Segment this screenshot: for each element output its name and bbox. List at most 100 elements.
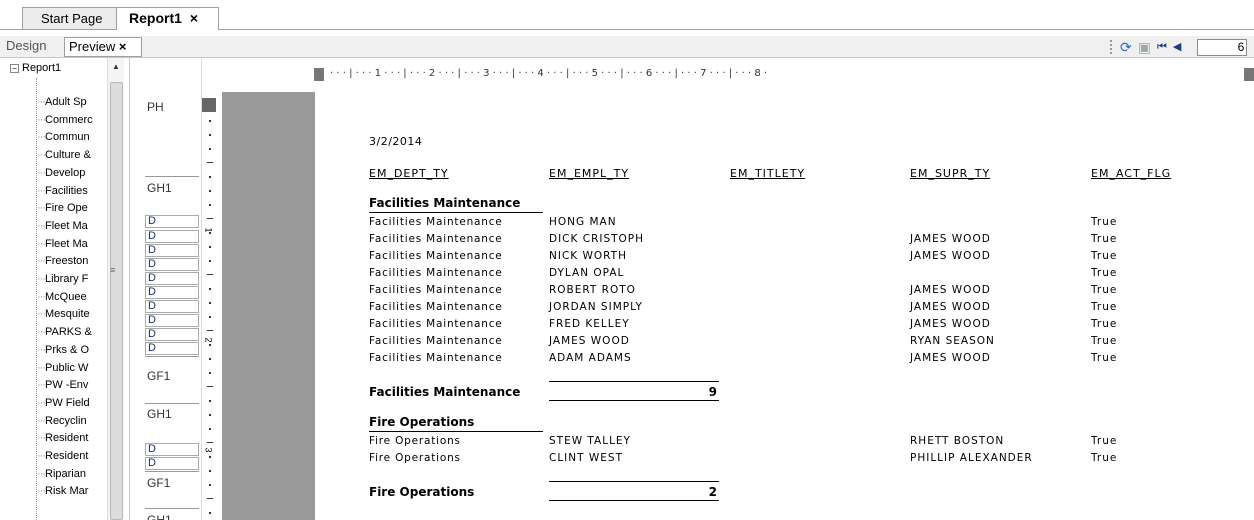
table-cell: True [1091,435,1118,447]
tree-connector-dash: ··· [37,343,46,356]
tree-root[interactable]: − Report1 [10,62,61,74]
collapse-icon[interactable]: − [10,63,19,73]
tree-item[interactable]: ···Facilities [37,185,123,197]
export-icon[interactable]: ▣ [1138,40,1151,54]
ruler-tick [207,498,213,499]
tree-connector-dash: ··· [37,467,46,480]
ruler-tick [207,386,213,387]
tree-item[interactable]: ···PW Field [37,397,123,409]
scroll-up-icon[interactable]: ▲ [112,62,120,71]
tree-connector-dash: ··· [37,113,46,126]
tree-item[interactable]: ···Develop [37,167,123,179]
ruler-tick [207,274,213,275]
report-date: 3/2/2014 [369,135,423,148]
tree-item-label: Develop [45,166,86,179]
table-cell: HONG MAN [549,216,617,228]
band-detail[interactable]: D [145,244,199,257]
band-detail[interactable]: D [145,286,199,299]
ruler-tick [209,414,211,416]
tree-item[interactable]: ···Fleet Ma [37,220,123,232]
tab-start-page[interactable]: Start Page [22,7,122,30]
ruler-tick [209,232,211,234]
tree-item[interactable]: ···Fleet Ma [37,238,123,250]
tree-item[interactable]: ···Library F [37,273,123,285]
tree-item[interactable]: ···Commun [37,131,123,143]
tree-item[interactable]: ···Prks & O [37,344,123,356]
table-row: Facilities Maintenance FRED KELLEY JAMES W… [315,318,1254,335]
table-cell: Facilities Maintenance [369,233,503,245]
ruler-tick [209,204,211,206]
band-detail[interactable]: D [145,328,199,341]
band-detail[interactable]: D [145,258,199,271]
first-page-icon[interactable]: ⏮ [1157,40,1167,54]
tree-connector-dash: ··· [37,149,46,162]
band-separator [145,508,199,509]
table-cell: True [1091,335,1118,347]
band-detail[interactable]: D [145,342,199,355]
table-cell: Fire Operations [369,435,461,447]
band-detail[interactable]: D [145,215,199,228]
band-group-header[interactable]: GH1 [147,407,172,421]
ruler-right-marker[interactable] [1244,68,1254,81]
tree-item[interactable]: ···Culture & [37,149,123,161]
tree-item[interactable]: ···Fire Ope [37,202,123,214]
band-group-footer[interactable]: GF1 [147,369,170,383]
tab-preview-label: Preview [69,39,116,54]
band-detail[interactable]: D [145,272,199,285]
ruler-tick [209,512,211,514]
band-detail[interactable]: D [145,443,199,456]
table-cell: True [1091,452,1118,464]
tree-item[interactable]: ···Mesquite [37,308,123,320]
tree-item-label: Freeston [45,255,89,268]
band-separator [145,356,199,357]
table-cell: ROBERT ROTO [549,284,636,296]
tree-item[interactable]: ···Resident [37,432,123,444]
tree-item[interactable]: ···Resident [37,450,123,462]
ruler-tick [209,358,211,360]
table-cell: True [1091,267,1118,279]
previous-page-icon[interactable]: ◀ [1173,40,1181,54]
tree-item[interactable]: ···Adult Sp [37,96,123,108]
ruler-tick [209,260,211,262]
tree-connector-dash: ··· [37,202,46,215]
table-cell: True [1091,216,1118,228]
close-icon[interactable]: × [190,10,198,26]
tab-design[interactable]: Design [2,37,58,57]
tree-connector-dash: ··· [37,131,46,144]
tree-connector-dash: ··· [37,308,46,321]
band-detail[interactable]: D [145,314,199,327]
tree-connector-dash: ··· [37,166,46,179]
group-header: Facilities Maintenance [369,196,521,210]
tree-item[interactable]: ···Commerc [37,114,123,126]
ruler-left-marker[interactable] [314,68,324,81]
table-cell: Facilities Maintenance [369,301,503,313]
tree-item-label: Culture & [45,149,91,162]
band-group-header[interactable]: GH1 [147,513,172,520]
band-page-header[interactable]: PH [147,100,164,114]
tree-connector-dash: ··· [37,396,46,409]
tree-item[interactable]: ···PW -Env [37,379,123,391]
band-detail[interactable]: D [145,230,199,243]
band-group-footer[interactable]: GF1 [147,476,170,490]
close-icon[interactable]: × [119,39,127,54]
table-cell: Facilities Maintenance [369,352,503,364]
table-row: Facilities Maintenance HONG MAN True [315,216,1254,233]
band-detail[interactable]: D [145,457,199,470]
tree-item[interactable]: ···Public W [37,362,123,374]
tree-item[interactable]: ···PARKS & [37,326,123,338]
tree-item[interactable]: ···Riparian [37,468,123,480]
table-cell: RYAN SEASON [910,335,995,347]
tree-item[interactable]: ···Freeston [37,255,123,267]
report-page: 3/2/2014 EM_DEPT_TY EM_EMPL_TY EM_TITLET… [315,92,1254,520]
tree-item-label: Fire Ope [45,202,88,215]
band-detail[interactable]: D [145,300,199,313]
page-number-input[interactable]: 6 [1197,38,1248,56]
tree-item[interactable]: ···McQuee [37,291,123,303]
refresh-icon[interactable]: ⟳ [1120,40,1132,54]
tab-preview[interactable]: Preview × [64,37,142,57]
tree-item[interactable]: ···Risk Mar [37,485,123,497]
band-group-header[interactable]: GH1 [147,181,172,195]
tree-item[interactable]: ···Recyclin [37,415,123,427]
tab-report1[interactable]: Report1 × [116,7,219,30]
ruler-tick [209,134,211,136]
